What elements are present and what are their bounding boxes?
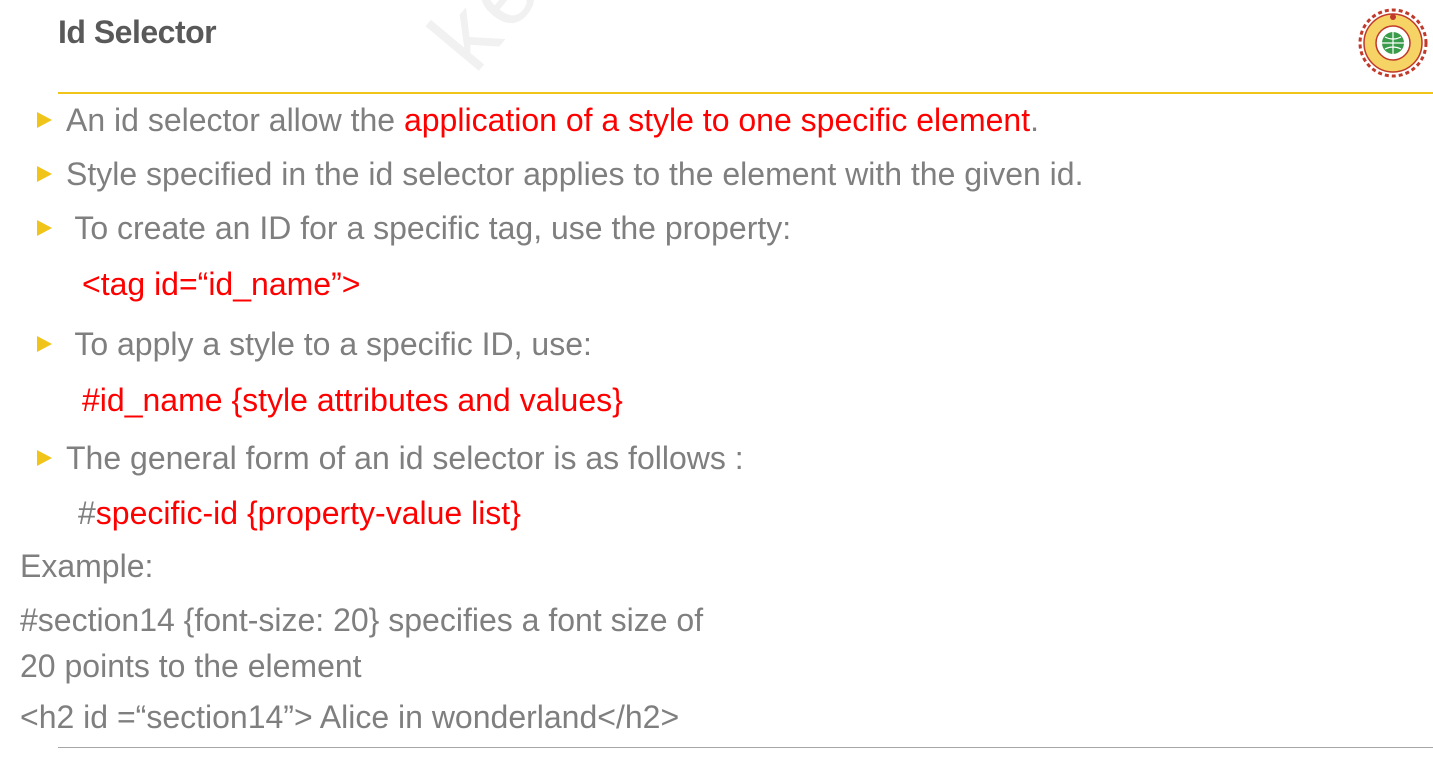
bullet-5: The general form of an id selector is as… bbox=[66, 440, 744, 476]
example-label: Example: bbox=[20, 548, 154, 584]
example-line-2: 20 points to the element bbox=[20, 648, 362, 684]
college-emblem-icon bbox=[1358, 8, 1428, 78]
slide-title: Id Selector bbox=[58, 14, 217, 50]
bullet-4-code: #id_name {style attributes and values} bbox=[82, 382, 623, 418]
bullet-1-highlight: application of a style to one specific e… bbox=[403, 102, 1031, 138]
bullet-3-code: <tag id=“id_name”> bbox=[82, 266, 361, 302]
bullet-1-post: . bbox=[1030, 102, 1039, 138]
bullet-4: To apply a style to a specific ID, use: bbox=[66, 326, 592, 362]
bullet-5-hash: # bbox=[78, 495, 96, 531]
bottom-rule bbox=[58, 747, 1433, 748]
bullet-5-code-text: specific-id {property-value list} bbox=[95, 495, 521, 531]
bullet-1: An id selector allow the application of … bbox=[66, 104, 1039, 136]
triangle-bullet-icon bbox=[37, 450, 52, 466]
example-line-3: <h2 id =“section14”> Alice in wonderland… bbox=[20, 699, 680, 735]
triangle-bullet-icon bbox=[37, 112, 52, 128]
title-rule bbox=[58, 92, 1433, 94]
example-line-1: #section14 {font-size: 20} specifies a f… bbox=[20, 602, 704, 638]
slide: kerala Id Selector An id selector allow … bbox=[0, 0, 1433, 759]
watermark: kerala bbox=[408, 0, 683, 91]
bullet-3: To create an ID for a specific tag, use … bbox=[66, 210, 792, 246]
bullet-2: Style specified in the id selector appli… bbox=[66, 156, 1084, 192]
triangle-bullet-icon bbox=[37, 166, 52, 182]
bullet-1-text: An id selector allow the bbox=[66, 102, 404, 138]
triangle-bullet-icon bbox=[37, 336, 52, 352]
bullet-5-code: #specific-id {property-value list} bbox=[78, 497, 521, 529]
triangle-bullet-icon bbox=[37, 220, 52, 236]
